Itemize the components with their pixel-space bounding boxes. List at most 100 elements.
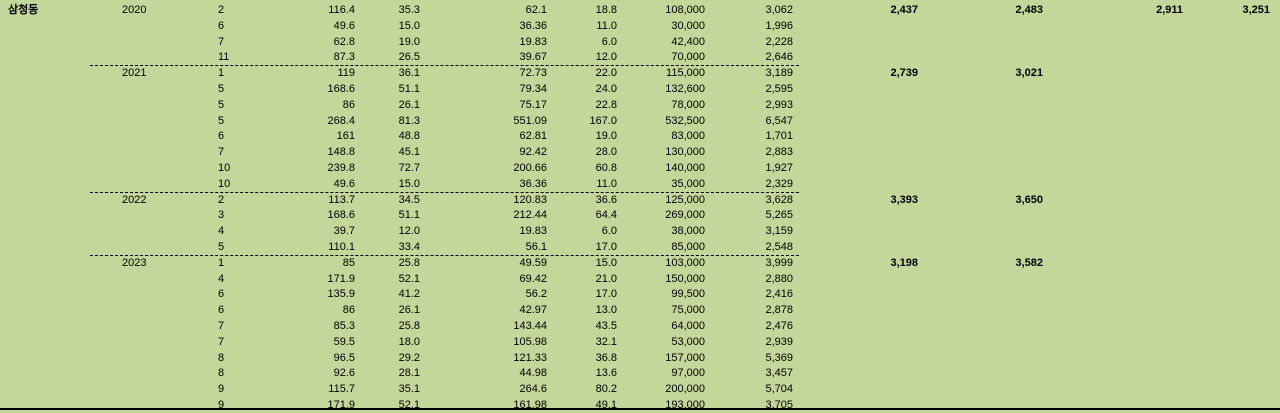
land-pyeong-cell[interactable]: 22.0 xyxy=(550,66,617,81)
price-cell[interactable]: 125,000 xyxy=(620,193,705,208)
unit-price-cell[interactable]: 2,548 xyxy=(710,240,793,255)
unit-price-cell[interactable]: 3,159 xyxy=(710,224,793,239)
unit-price-cell[interactable]: 2,595 xyxy=(710,82,793,97)
area-sqm-cell[interactable]: 96.5 xyxy=(250,351,355,366)
month-cell[interactable]: 4 xyxy=(218,224,238,239)
month-cell[interactable]: 7 xyxy=(218,145,238,160)
month-cell[interactable]: 2 xyxy=(218,193,238,208)
summary-cell[interactable]: 3,650 xyxy=(925,193,1043,208)
area-pyeong-cell[interactable]: 26.1 xyxy=(360,98,420,113)
land-sqm-cell[interactable]: 56.2 xyxy=(440,287,547,302)
unit-price-cell[interactable]: 2,883 xyxy=(710,145,793,160)
land-pyeong-cell[interactable]: 32.1 xyxy=(550,335,617,350)
area-sqm-cell[interactable]: 85.3 xyxy=(250,319,355,334)
unit-price-cell[interactable]: 2,416 xyxy=(710,287,793,302)
area-sqm-cell[interactable]: 168.6 xyxy=(250,208,355,223)
price-cell[interactable]: 35,000 xyxy=(620,177,705,192)
unit-price-cell[interactable]: 2,939 xyxy=(710,335,793,350)
land-pyeong-cell[interactable]: 21.0 xyxy=(550,272,617,287)
price-cell[interactable]: 269,000 xyxy=(620,208,705,223)
price-cell[interactable]: 108,000 xyxy=(620,3,705,18)
year-cell[interactable]: 2022 xyxy=(122,193,162,208)
summary-cell[interactable]: 3,582 xyxy=(925,256,1043,271)
land-sqm-cell[interactable]: 44.98 xyxy=(440,366,547,381)
land-pyeong-cell[interactable]: 22.8 xyxy=(550,98,617,113)
month-cell[interactable]: 6 xyxy=(218,303,238,318)
price-cell[interactable]: 140,000 xyxy=(620,161,705,176)
area-pyeong-cell[interactable]: 72.7 xyxy=(360,161,420,176)
area-pyeong-cell[interactable]: 52.1 xyxy=(360,272,420,287)
land-sqm-cell[interactable]: 212.44 xyxy=(440,208,547,223)
price-cell[interactable]: 132,600 xyxy=(620,82,705,97)
unit-price-cell[interactable]: 3,999 xyxy=(710,256,793,271)
area-sqm-cell[interactable]: 86 xyxy=(250,98,355,113)
area-sqm-cell[interactable]: 113.7 xyxy=(250,193,355,208)
area-sqm-cell[interactable]: 116.4 xyxy=(250,3,355,18)
area-pyeong-cell[interactable]: 45.1 xyxy=(360,145,420,160)
month-cell[interactable]: 5 xyxy=(218,82,238,97)
summary-cell[interactable]: 3,393 xyxy=(810,193,918,208)
unit-price-cell[interactable]: 2,476 xyxy=(710,319,793,334)
land-sqm-cell[interactable]: 143.44 xyxy=(440,319,547,334)
summary-cell[interactable]: 2,911 xyxy=(1060,3,1183,18)
area-pyeong-cell[interactable]: 36.1 xyxy=(360,66,420,81)
price-cell[interactable]: 200,000 xyxy=(620,382,705,397)
price-cell[interactable]: 83,000 xyxy=(620,129,705,144)
unit-price-cell[interactable]: 2,878 xyxy=(710,303,793,318)
land-pyeong-cell[interactable]: 60.8 xyxy=(550,161,617,176)
land-sqm-cell[interactable]: 36.36 xyxy=(440,19,547,34)
area-pyeong-cell[interactable]: 25.8 xyxy=(360,256,420,271)
month-cell[interactable]: 6 xyxy=(218,287,238,302)
unit-price-cell[interactable]: 2,880 xyxy=(710,272,793,287)
area-sqm-cell[interactable]: 115.7 xyxy=(250,382,355,397)
price-cell[interactable]: 130,000 xyxy=(620,145,705,160)
area-pyeong-cell[interactable]: 19.0 xyxy=(360,35,420,50)
land-pyeong-cell[interactable]: 17.0 xyxy=(550,287,617,302)
month-cell[interactable]: 5 xyxy=(218,114,238,129)
land-pyeong-cell[interactable]: 19.0 xyxy=(550,129,617,144)
area-pyeong-cell[interactable]: 25.8 xyxy=(360,319,420,334)
area-sqm-cell[interactable]: 119 xyxy=(250,66,355,81)
unit-price-cell[interactable]: 1,701 xyxy=(710,129,793,144)
area-pyeong-cell[interactable]: 28.1 xyxy=(360,366,420,381)
month-cell[interactable]: 3 xyxy=(218,208,238,223)
area-pyeong-cell[interactable]: 81.3 xyxy=(360,114,420,129)
price-cell[interactable]: 38,000 xyxy=(620,224,705,239)
land-sqm-cell[interactable]: 69.42 xyxy=(440,272,547,287)
area-sqm-cell[interactable]: 110.1 xyxy=(250,240,355,255)
area-pyeong-cell[interactable]: 26.1 xyxy=(360,303,420,318)
area-pyeong-cell[interactable]: 51.1 xyxy=(360,208,420,223)
unit-price-cell[interactable]: 1,927 xyxy=(710,161,793,176)
land-sqm-cell[interactable]: 551.09 xyxy=(440,114,547,129)
unit-price-cell[interactable]: 5,265 xyxy=(710,208,793,223)
summary-cell[interactable]: 2,437 xyxy=(810,3,918,18)
land-pyeong-cell[interactable]: 167.0 xyxy=(550,114,617,129)
land-sqm-cell[interactable]: 92.42 xyxy=(440,145,547,160)
unit-price-cell[interactable]: 3,189 xyxy=(710,66,793,81)
unit-price-cell[interactable]: 2,993 xyxy=(710,98,793,113)
price-cell[interactable]: 97,000 xyxy=(620,366,705,381)
unit-price-cell[interactable]: 2,228 xyxy=(710,35,793,50)
unit-price-cell[interactable]: 2,329 xyxy=(710,177,793,192)
summary-cell[interactable]: 2,483 xyxy=(925,3,1043,18)
area-pyeong-cell[interactable]: 29.2 xyxy=(360,351,420,366)
month-cell[interactable]: 1 xyxy=(218,256,238,271)
month-cell[interactable]: 11 xyxy=(218,50,238,65)
area-pyeong-cell[interactable]: 51.1 xyxy=(360,82,420,97)
month-cell[interactable]: 5 xyxy=(218,240,238,255)
price-cell[interactable]: 53,000 xyxy=(620,335,705,350)
summary-cell[interactable]: 3,021 xyxy=(925,66,1043,81)
area-sqm-cell[interactable]: 268.4 xyxy=(250,114,355,129)
month-cell[interactable]: 7 xyxy=(218,335,238,350)
land-pyeong-cell[interactable]: 64.4 xyxy=(550,208,617,223)
month-cell[interactable]: 5 xyxy=(218,98,238,113)
area-sqm-cell[interactable]: 148.8 xyxy=(250,145,355,160)
month-cell[interactable]: 8 xyxy=(218,366,238,381)
land-pyeong-cell[interactable]: 15.0 xyxy=(550,256,617,271)
area-sqm-cell[interactable]: 168.6 xyxy=(250,82,355,97)
price-cell[interactable]: 157,000 xyxy=(620,351,705,366)
price-cell[interactable]: 30,000 xyxy=(620,19,705,34)
land-sqm-cell[interactable]: 49.59 xyxy=(440,256,547,271)
price-cell[interactable]: 70,000 xyxy=(620,50,705,65)
land-pyeong-cell[interactable]: 6.0 xyxy=(550,224,617,239)
